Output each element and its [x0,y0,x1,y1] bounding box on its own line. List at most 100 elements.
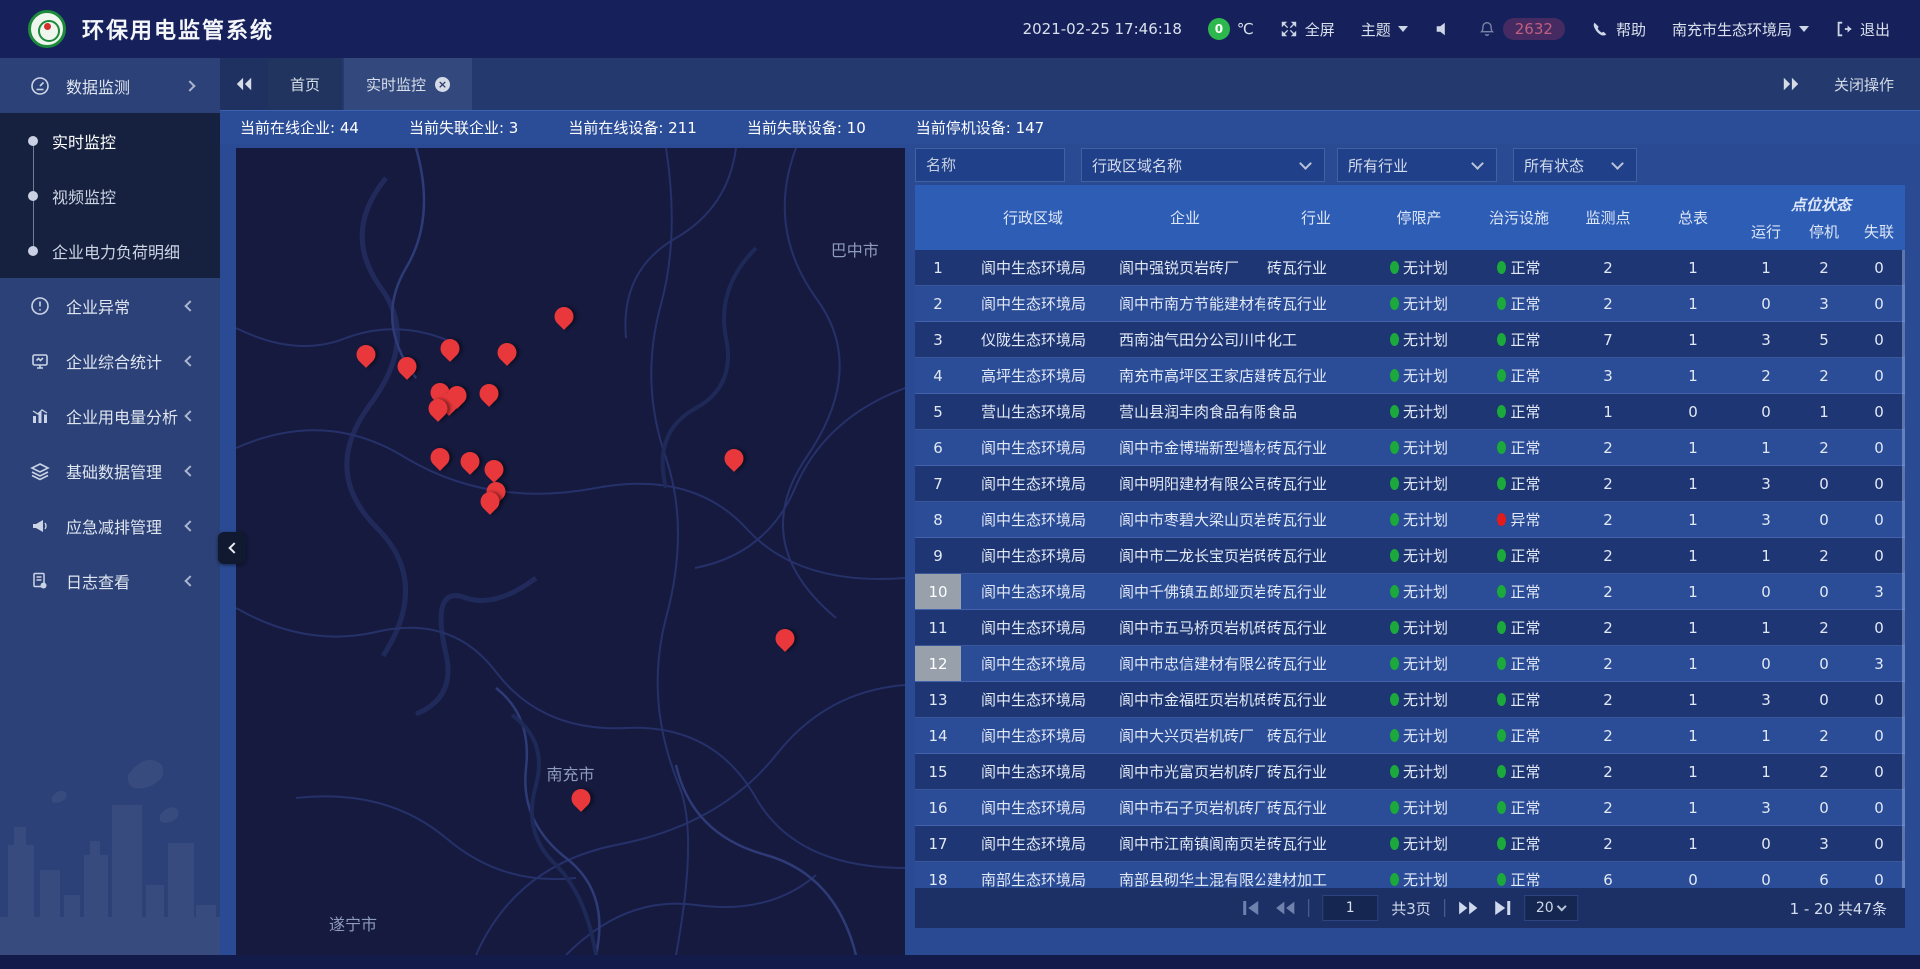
table-row[interactable]: 16 阆中生态环境局 阆中市石子页岩机砖厂 砖瓦行业 无计划 正常 2 1 3 … [915,790,1905,826]
status-dot-icon [1390,369,1399,382]
table-row[interactable]: 14 阆中生态环境局 阆中大兴页岩机砖厂 砖瓦行业 无计划 正常 2 1 1 2… [915,718,1905,754]
bar-chart-icon [30,406,50,426]
cell-facility-status: 正常 [1471,761,1567,782]
table-row[interactable]: 12 阆中生态环境局 阆中市忠信建材有限公 砖瓦行业 无计划 正常 2 1 0 … [915,646,1905,682]
name-search-input[interactable] [915,148,1065,182]
help-button[interactable]: 帮助 [1591,19,1646,40]
table-row[interactable]: 3 仪陇生态环境局 西南油气田分公司川中 化工 无计划 正常 7 1 3 5 0 [915,322,1905,358]
notification-count-badge: 2632 [1503,18,1565,40]
cell-company: 阆中千佛镇五郎垭页岩 [1105,581,1265,602]
sidebar-menu: 数据监测实时监控视频监控企业电力负荷明细企业异常企业综合统计企业用电量分析基础数… [0,58,220,608]
cell-lost-count: 0 [1853,691,1905,709]
table-row[interactable]: 9 阆中生态环境局 阆中市二龙长宝页岩砖 砖瓦行业 无计划 正常 2 1 1 2… [915,538,1905,574]
sidebar-group-企业异常[interactable]: 企业异常 [0,278,220,333]
table-row[interactable]: 8 阆中生态环境局 阆中市枣碧大梁山页岩 砖瓦行业 无计划 异常 2 1 3 0… [915,502,1905,538]
tab-realtime-monitoring[interactable]: 实时监控 × [344,58,472,110]
cell-stop-count: 3 [1795,835,1853,853]
cell-company: 营山县润丰肉食品有限 [1105,401,1265,422]
cell-stop-count: 0 [1795,799,1853,817]
cell-company: 南充市高坪区王家店建 [1105,365,1265,386]
map-collapse-toggle[interactable] [218,532,246,564]
cell-stop-count: 2 [1795,439,1853,457]
chevrons-right-icon[interactable] [1782,77,1800,91]
status-dot-icon [1390,261,1399,274]
tab-home[interactable]: 首页 [268,58,342,110]
column-header-index [915,185,961,250]
cell-stop-count: 2 [1795,547,1853,565]
cell-run-count: 0 [1737,583,1795,601]
cell-stop-count: 0 [1795,475,1853,493]
notifications[interactable]: 2632 [1478,18,1565,40]
table-row[interactable]: 17 阆中生态环境局 阆中市江南镇阆南页岩 砖瓦行业 无计划 正常 2 1 0 … [915,826,1905,862]
table-row[interactable]: 15 阆中生态环境局 阆中市光富页岩机砖厂 砖瓦行业 无计划 正常 2 1 1 … [915,754,1905,790]
page-number-input[interactable] [1322,895,1378,921]
table-row[interactable]: 1 阆中生态环境局 阆中强锐页岩砖厂 砖瓦行业 无计划 正常 2 1 1 2 0 [915,250,1905,286]
cell-region: 阆中生态环境局 [961,797,1105,818]
mute-button[interactable] [1434,20,1452,38]
page-size-select[interactable]: 20 [1524,895,1578,921]
close-operations-button[interactable]: 关闭操作 [1834,74,1894,95]
cell-meter-count: 1 [1649,475,1737,493]
cell-facility-status: 正常 [1471,689,1567,710]
chevron-left-icon [184,465,195,476]
sidebar-group-企业综合统计[interactable]: 企业综合统计 [0,333,220,388]
cell-stop-count: 2 [1795,727,1853,745]
table-row[interactable]: 10 阆中生态环境局 阆中千佛镇五郎垭页岩 砖瓦行业 无计划 正常 2 1 0 … [915,574,1905,610]
chevron-down-icon [1799,26,1809,32]
gauge-icon [30,76,50,96]
column-header-limit: 停限产 [1367,185,1471,250]
sidebar-group-日志查看[interactable]: 日志查看 [0,553,220,608]
status-select[interactable]: 所有状态 [1513,148,1637,182]
cell-monitor-count: 2 [1567,655,1649,673]
sidebar-item-实时监控[interactable]: 实时监控 [0,113,220,168]
cell-industry: 建材加工 [1265,869,1367,888]
table-row[interactable]: 7 阆中生态环境局 阆中明阳建材有限公司 砖瓦行业 无计划 正常 2 1 3 0… [915,466,1905,502]
cell-company: 西南油气田分公司川中 [1105,329,1265,350]
layers-icon [30,461,50,481]
previous-page-button[interactable] [1275,900,1295,916]
cell-region: 阆中生态环境局 [961,653,1105,674]
region-select[interactable]: 行政区域名称 [1081,148,1325,182]
sidebar-group-数据监测[interactable]: 数据监测 [0,58,220,113]
sidebar-group-基础数据管理[interactable]: 基础数据管理 [0,443,220,498]
industry-select[interactable]: 所有行业 [1337,148,1497,182]
cell-monitor-count: 2 [1567,583,1649,601]
table-row[interactable]: 4 高坪生态环境局 南充市高坪区王家店建 砖瓦行业 无计划 正常 3 1 2 2… [915,358,1905,394]
divider [1308,899,1309,917]
theme-dropdown[interactable]: 主题 [1361,19,1408,40]
cell-meter-count: 1 [1649,655,1737,673]
status-dot-icon [1390,837,1399,850]
sidebar-group-应急减排管理[interactable]: 应急减排管理 [0,498,220,553]
table-row[interactable]: 2 阆中生态环境局 阆中市南方节能建材有 砖瓦行业 无计划 正常 2 1 0 3… [915,286,1905,322]
fullscreen-button[interactable]: 全屏 [1280,19,1335,40]
table-row[interactable]: 5 营山生态环境局 营山县润丰肉食品有限 食品 无计划 正常 1 0 0 1 0 [915,394,1905,430]
sidebar-item-企业电力负荷明细[interactable]: 企业电力负荷明细 [0,223,220,278]
cell-lost-count: 0 [1853,763,1905,781]
tab-close-icon[interactable]: × [435,77,450,92]
map-panel[interactable]: 巴中市南充市遂宁市 [236,148,905,955]
status-dot-icon [1390,621,1399,634]
logout-button[interactable]: 退出 [1835,19,1890,40]
megaphone-icon [30,516,50,536]
cell-company: 阆中市忠信建材有限公 [1105,653,1265,674]
table-row[interactable]: 6 阆中生态环境局 阆中市金博瑞新型墙材 砖瓦行业 无计划 正常 2 1 1 2… [915,430,1905,466]
row-number: 15 [915,754,961,789]
cell-region: 阆中生态环境局 [961,509,1105,530]
table-row[interactable]: 13 阆中生态环境局 阆中市金福旺页岩机砖 砖瓦行业 无计划 正常 2 1 3 … [915,682,1905,718]
status-dot-icon [1497,801,1506,814]
next-page-button[interactable] [1458,900,1478,916]
tabs-scroll-left-button[interactable] [220,58,268,110]
pagination-bar: 共3页 20 1 - 20 共47条 [915,888,1905,928]
table-row[interactable]: 18 南部生态环境局 南部县砌华土混有限公 建材加工 无计划 正常 6 0 0 … [915,862,1905,888]
last-page-button[interactable] [1491,900,1511,916]
cell-lost-count: 0 [1853,511,1905,529]
cell-stop-count: 0 [1795,511,1853,529]
first-page-button[interactable] [1242,900,1262,916]
sidebar-group-企业用电量分析[interactable]: 企业用电量分析 [0,388,220,443]
cell-facility-status: 正常 [1471,545,1567,566]
table-row[interactable]: 11 阆中生态环境局 阆中市五马桥页岩机砖 砖瓦行业 无计划 正常 2 1 1 … [915,610,1905,646]
user-org-dropdown[interactable]: 南充市生态环境局 [1672,19,1809,40]
stats-bar: 当前在线企业: 44 当前失联企业: 3 当前在线设备: 211 当前失联设备:… [220,110,1920,144]
sidebar-item-视频监控[interactable]: 视频监控 [0,168,220,223]
cell-limit-status: 无计划 [1367,797,1471,818]
